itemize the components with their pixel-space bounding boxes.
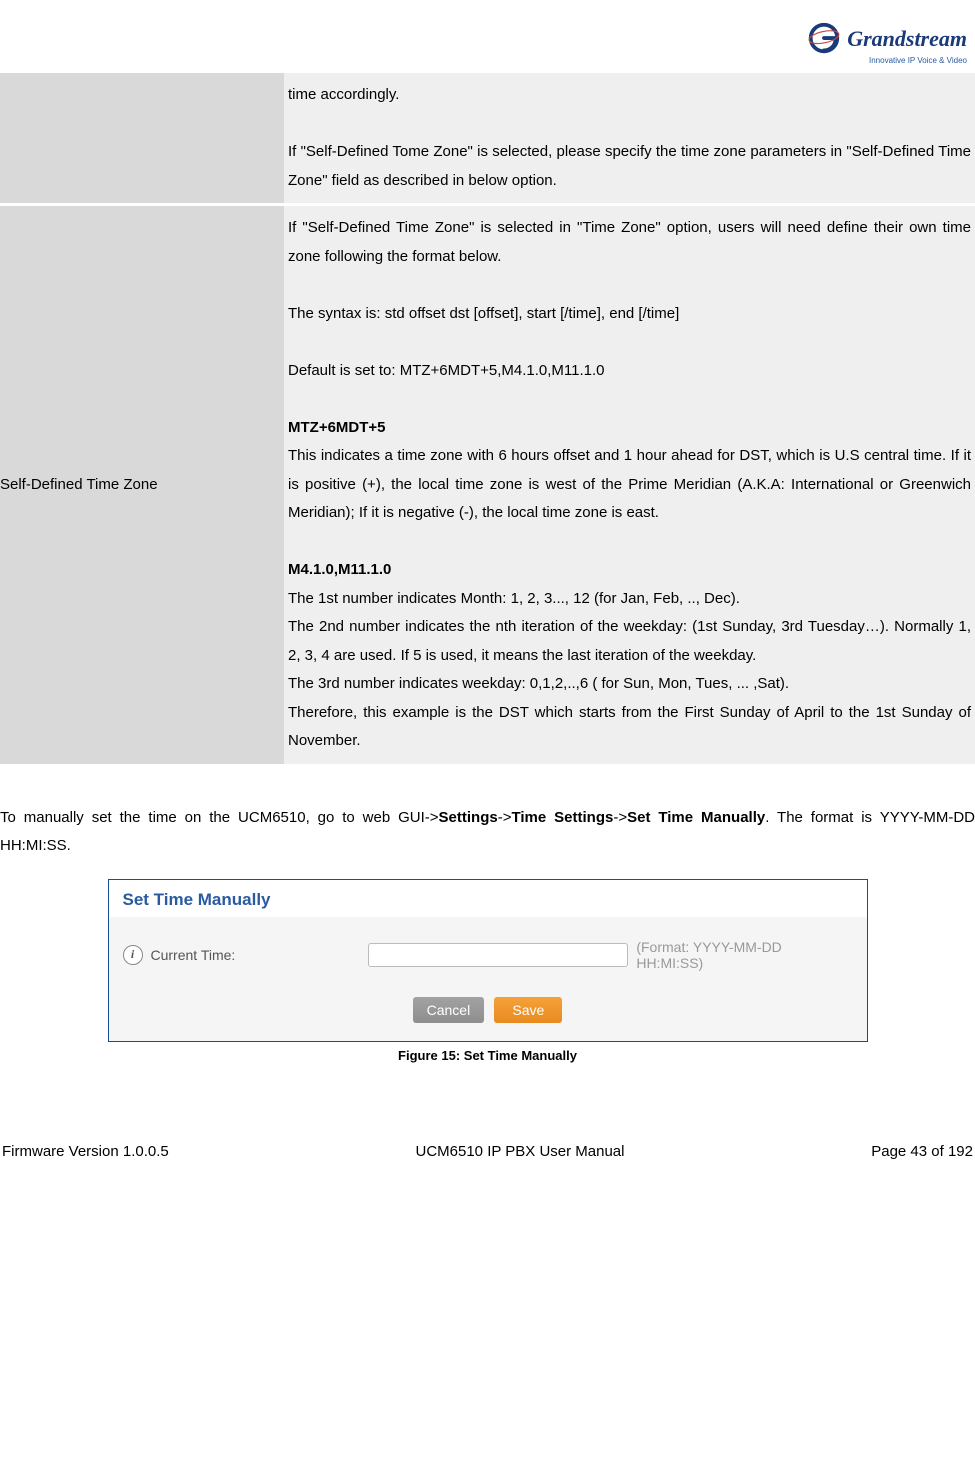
desc-text: The 2nd number indicates the nth iterati… — [288, 613, 971, 670]
nav-path-part: Set Time Manually — [627, 809, 765, 826]
desc-text: If "Self-Defined Tome Zone" is selected,… — [288, 138, 971, 195]
grandstream-logo-icon — [805, 20, 843, 58]
table-row: time accordingly. If "Self-Defined Tome … — [0, 73, 975, 203]
firmware-version: Firmware Version 1.0.0.5 — [2, 1143, 169, 1160]
para-text: -> — [498, 809, 512, 826]
row-description: If "Self-Defined Time Zone" is selected … — [284, 206, 975, 764]
cancel-button[interactable]: Cancel — [413, 997, 485, 1023]
desc-text: time accordingly. — [288, 81, 971, 110]
desc-text: The syntax is: std offset dst [offset], … — [288, 300, 971, 329]
nav-path-part: Settings — [439, 809, 498, 826]
document-title: UCM6510 IP PBX User Manual — [416, 1143, 625, 1160]
current-time-label: Current Time: — [151, 947, 361, 963]
nav-path-part: Time Settings — [512, 809, 614, 826]
current-time-input[interactable] — [368, 943, 628, 967]
page-footer: Firmware Version 1.0.0.5 UCM6510 IP PBX … — [0, 1143, 975, 1160]
desc-heading: MTZ+6MDT+5 — [288, 414, 971, 443]
row-description: time accordingly. If "Self-Defined Tome … — [284, 73, 975, 203]
desc-text: The 3rd number indicates weekday: 0,1,2,… — [288, 670, 971, 699]
settings-table: time accordingly. If "Self-Defined Tome … — [0, 73, 975, 764]
brand-name: Grandstream — [847, 26, 967, 51]
para-text: -> — [613, 809, 627, 826]
desc-text: If "Self-Defined Time Zone" is selected … — [288, 214, 971, 271]
table-row: Self-Defined Time Zone If "Self-Defined … — [0, 206, 975, 764]
page-number: Page 43 of 192 — [871, 1143, 973, 1160]
save-button[interactable]: Save — [494, 997, 562, 1023]
set-time-panel: Set Time Manually i Current Time: (Forma… — [108, 879, 868, 1042]
desc-text: This indicates a time zone with 6 hours … — [288, 442, 971, 528]
instruction-paragraph: To manually set the time on the UCM6510,… — [0, 804, 975, 861]
info-icon[interactable]: i — [123, 945, 143, 965]
panel-title: Set Time Manually — [109, 880, 867, 917]
row-label: Self-Defined Time Zone — [0, 206, 284, 764]
desc-text: The 1st number indicates Month: 1, 2, 3.… — [288, 585, 971, 614]
desc-text: Default is set to: MTZ+6MDT+5,M4.1.0,M11… — [288, 357, 971, 386]
desc-text: Therefore, this example is the DST which… — [288, 699, 971, 756]
header-logo: Grandstream Innovative IP Voice & Video — [0, 20, 975, 67]
row-label — [0, 73, 284, 203]
figure-caption: Figure 15: Set Time Manually — [0, 1048, 975, 1063]
para-text: To manually set the time on the UCM6510,… — [0, 809, 439, 826]
format-hint: (Format: YYYY-MM-DD HH:MI:SS) — [636, 939, 852, 971]
desc-heading: M4.1.0,M11.1.0 — [288, 556, 971, 585]
